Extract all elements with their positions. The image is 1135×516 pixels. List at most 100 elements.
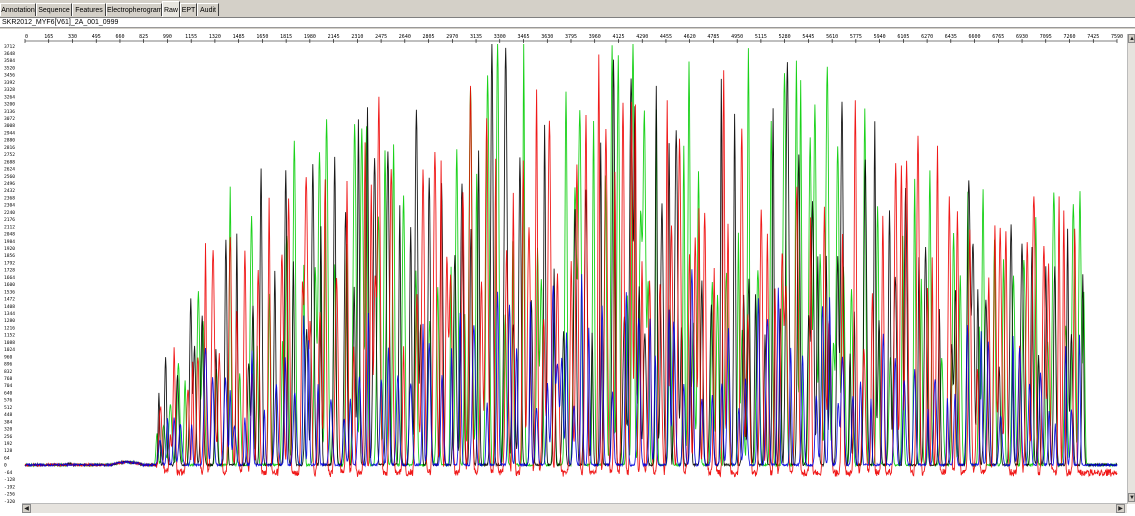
- y-tick-label: 2688: [4, 159, 15, 165]
- raw-data-panel: 0 165 330 495 660 825 990 1155 1320 1485 1650 1815 1…: [0, 29, 1135, 516]
- y-tick-label: 832: [4, 369, 13, 375]
- y-tick-label: 512: [4, 405, 13, 411]
- x-tick-label: 4950: [731, 34, 743, 40]
- y-tick-label: 128: [4, 448, 13, 454]
- y-tick-label: 1792: [4, 260, 15, 266]
- y-tick-label: 3648: [4, 51, 15, 57]
- x-tick-label: 5610: [826, 34, 838, 40]
- x-tick-label: 3300: [494, 34, 506, 40]
- x-tick-label: 2970: [446, 34, 458, 40]
- y-tick-label: 1024: [4, 347, 15, 353]
- y-tick-label: 192: [4, 441, 13, 447]
- x-tick-label: 7425: [1087, 34, 1099, 40]
- y-tick-label: 320: [4, 427, 13, 433]
- tab-sequence[interactable]: Sequence: [36, 3, 72, 16]
- y-tick-label: 1472: [4, 297, 15, 303]
- tab-electropherogram[interactable]: Electropherogram: [106, 3, 162, 16]
- y-tick-label: 3584: [4, 58, 15, 64]
- x-tick-label: 1650: [256, 34, 268, 40]
- y-tick-label: 256: [4, 434, 13, 440]
- y-tick-label: 3264: [4, 94, 15, 100]
- x-tick-label: 6930: [1016, 34, 1028, 40]
- x-tick-label: 4620: [684, 34, 696, 40]
- sample-name: SKR2012_MYF6[V61]_2A_001_0999: [0, 18, 1135, 28]
- tab-audit[interactable]: Audit: [197, 3, 219, 16]
- x-tick-label: 6765: [992, 34, 1004, 40]
- y-tick-label: 3008: [4, 123, 15, 129]
- y-tick-label: 2752: [4, 152, 15, 158]
- x-tick-label: 3135: [470, 34, 482, 40]
- tab-features[interactable]: Features: [72, 3, 106, 16]
- scroll-right-icon[interactable]: ▶: [1116, 504, 1125, 513]
- x-tick-label: 3630: [541, 34, 553, 40]
- y-tick-label: 1216: [4, 325, 15, 331]
- y-tick-label: 3392: [4, 80, 15, 86]
- y-tick-label: 3520: [4, 65, 15, 71]
- x-tick-label: 2640: [399, 34, 411, 40]
- y-tick-label: 576: [4, 398, 13, 404]
- y-tick-label: 2624: [4, 167, 15, 173]
- y-tick-label: -192: [4, 484, 15, 490]
- y-tick-label: 0: [4, 463, 7, 469]
- x-tick-label: 4455: [660, 34, 672, 40]
- y-tick-label: 3712: [4, 44, 15, 50]
- x-tick-label: 6435: [945, 34, 957, 40]
- x-tick-label: 7095: [1040, 34, 1052, 40]
- scroll-up-icon[interactable]: ▲: [1128, 34, 1135, 43]
- scroll-left-icon[interactable]: ◀: [22, 504, 31, 513]
- y-tick-label: 1600: [4, 282, 15, 288]
- x-tick-label: 660: [115, 34, 124, 40]
- y-tick-label: 2112: [4, 224, 15, 230]
- y-tick-label: 1088: [4, 340, 15, 346]
- x-tick-label: 5445: [802, 34, 814, 40]
- y-tick-label: 2880: [4, 138, 15, 144]
- raw-trace-plot[interactable]: 0 165 330 495 660 825 990 1155 1320 1485 1650 1815 1…: [0, 29, 1127, 503]
- y-tick-label: 448: [4, 412, 13, 418]
- y-tick-label: 3328: [4, 87, 15, 93]
- x-tick-label: 1320: [209, 34, 221, 40]
- x-tick-label: 3795: [565, 34, 577, 40]
- y-tick-label: 640: [4, 390, 13, 396]
- y-tick-label: 2496: [4, 181, 15, 187]
- y-tick-label: 3136: [4, 109, 15, 115]
- x-tick-label: 6270: [921, 34, 933, 40]
- y-tick-label: 1536: [4, 289, 15, 295]
- tab-bar: Annotation Sequence Features Electropher…: [0, 1, 1135, 18]
- y-tick-label: 3200: [4, 102, 15, 108]
- x-tick-label: 0: [25, 34, 28, 40]
- x-tick-label: 5280: [779, 34, 791, 40]
- y-tick-label: 2240: [4, 210, 15, 216]
- y-tick-label: 896: [4, 362, 13, 368]
- tab-ept[interactable]: EPT: [180, 3, 197, 16]
- y-tick-label: 3456: [4, 73, 15, 79]
- y-tick-label: 2368: [4, 195, 15, 201]
- y-tick-label: 768: [4, 376, 13, 382]
- x-tick-label: 165: [44, 34, 53, 40]
- y-tick-label: -256: [4, 492, 15, 498]
- y-tick-label: 2048: [4, 232, 15, 238]
- scroll-down-icon[interactable]: ▼: [1128, 493, 1135, 502]
- horizontal-scrollbar[interactable]: ◀ ▶: [22, 503, 1127, 513]
- y-tick-label: 1408: [4, 304, 15, 310]
- y-tick-label: 1664: [4, 275, 15, 281]
- y-tick-label: 1280: [4, 318, 15, 324]
- x-tick-label: 2310: [351, 34, 363, 40]
- y-tick-label: 384: [4, 419, 13, 425]
- y-tick-label: 2176: [4, 217, 15, 223]
- tab-raw[interactable]: Raw: [162, 1, 180, 17]
- y-tick-label: -64: [4, 470, 13, 476]
- x-tick-label: 2805: [423, 34, 435, 40]
- x-tick-label: 6105: [897, 34, 909, 40]
- x-tick-label: 1815: [280, 34, 292, 40]
- y-tick-label: 64: [4, 455, 10, 461]
- tab-annotation[interactable]: Annotation: [0, 3, 36, 16]
- y-tick-label: 2944: [4, 130, 15, 136]
- x-tick-label: 7590: [1111, 34, 1123, 40]
- y-tick-label: -320: [4, 499, 15, 503]
- x-tick-label: 4785: [707, 34, 719, 40]
- x-tick-label: 6600: [969, 34, 981, 40]
- vertical-scrollbar[interactable]: ▲ ▼: [1127, 34, 1135, 504]
- x-tick-label: 3960: [589, 34, 601, 40]
- x-tick-label: 495: [92, 34, 101, 40]
- y-tick-label: -128: [4, 477, 15, 483]
